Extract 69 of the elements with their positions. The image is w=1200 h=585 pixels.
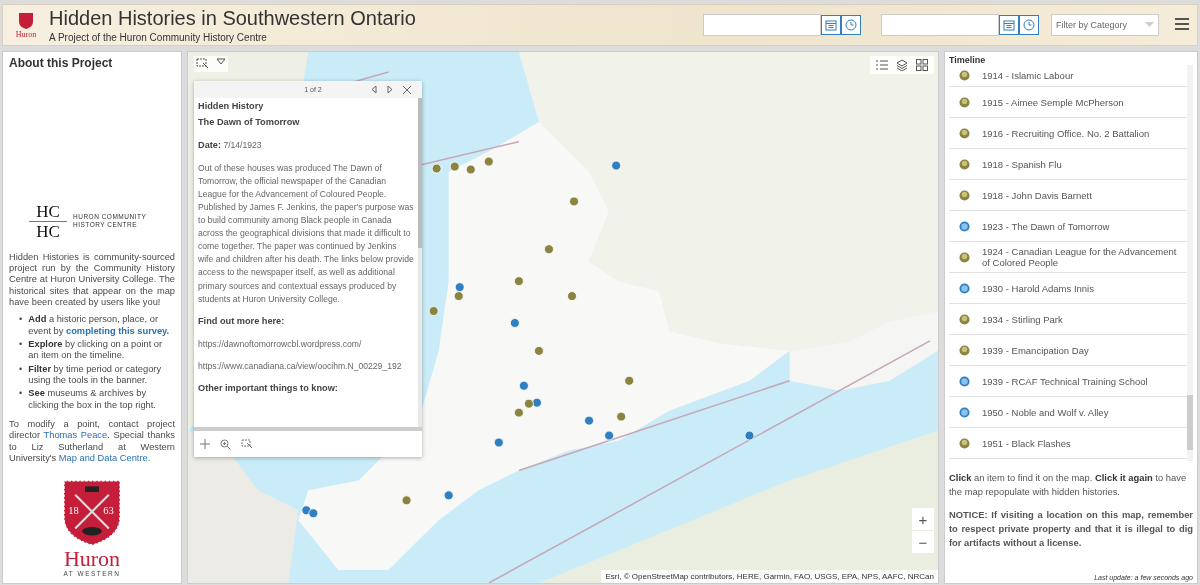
question-marker-icon — [959, 220, 970, 232]
popup-description: Out of these houses was produced The Dawn of Tomorrow, the official newspaper of the Canadian League for the Advancement of Coloured People. Published by James F. Jenkins, the paper's purpose was to build community among Black people in Canada across the geographical divisions that made it difficult to come together. The paper was continued by Jenkins wife and children after his death. The links below provide access to the newspaper itself, as well as additional primary sources and contextual essays produced by students at Huron University College. — [198, 161, 414, 306]
popup-title: The Dawn of Tomorrow — [198, 116, 301, 129]
calendar-icon — [1003, 19, 1015, 31]
survey-link[interactable]: completing this survey. — [66, 325, 170, 336]
question-marker-icon — [959, 282, 970, 294]
panel-title: About this Project — [9, 56, 114, 71]
portrait-marker-icon — [959, 96, 970, 108]
url-link[interactable]: https://dawnoftomorrowcbl.wordpress.com/ — [198, 337, 414, 351]
popup-heading: Hidden History — [198, 100, 265, 113]
legend-list-icon[interactable] — [876, 59, 888, 71]
pan-icon[interactable] — [200, 439, 210, 449]
category-filter-dropdown[interactable]: Filter by Category — [1051, 14, 1159, 36]
url-link[interactable]: https://www.canadiana.ca/view/oocihm.N_00229_192 — [198, 359, 414, 373]
bullet-marker: • — [19, 388, 23, 401]
instruction-item: See museums & archives by clicking the box in the top right. — [28, 388, 157, 411]
portrait-marker-icon — [959, 313, 970, 325]
date-text: Date: 7/14/1923 — [198, 138, 263, 152]
app-title: Hidden Histories in Southwestern Ontario — [49, 7, 417, 30]
section-heading: Find out more here: — [198, 314, 286, 328]
instruction-item: Add a historic person, place, or event by completing this survey. — [28, 314, 171, 337]
select-tool-icon[interactable] — [196, 58, 210, 70]
scrollbar-thumb[interactable] — [1187, 395, 1193, 450]
panel-title: Timeline — [949, 55, 987, 65]
section-heading: Other important things to know: — [198, 381, 339, 395]
layers-icon[interactable] — [896, 59, 908, 71]
notice-text: NOTICE: If visiting a location on this map, remember to respect private property and that it is illegal to dig for artifacts without a license. — [949, 508, 1193, 550]
scrollbar-thumb[interactable] — [418, 98, 422, 248]
portrait-marker-icon — [959, 127, 970, 139]
app-subtitle: A Project of the Huron Community History Centre — [49, 32, 268, 43]
huron-wordmark: Huron — [63, 548, 121, 571]
zoom-to-icon[interactable] — [220, 438, 231, 450]
text-link[interactable]: Map and Data Centre — [58, 452, 148, 463]
zoom-in-button[interactable]: + — [912, 508, 934, 530]
clock-button[interactable] — [1019, 15, 1039, 35]
caret-icon — [1145, 22, 1154, 28]
instruction-text: Click an item to find it on the map. Click it again to have the map repopulate with hidden histories. — [949, 471, 1188, 499]
crest-drawing: 18 63 — [61, 478, 123, 549]
clock-button[interactable] — [841, 15, 861, 35]
date-field[interactable] — [703, 14, 821, 36]
menu-icon[interactable] — [1175, 17, 1189, 33]
map-attribution: Esri, © OpenStreetMap contributors, HERE, Garmin, FAO, USGS, EPA, NPS, AAFC, NRCan — [601, 570, 938, 583]
calendar-button[interactable] — [999, 15, 1019, 35]
intro-text: Hidden Histories is community-sourced project run by the Community History Centre at Huron University College. The historical sites that appear on the map have been created by users like you! — [9, 251, 175, 309]
crest-icon — [18, 11, 34, 30]
bullet-marker: • — [19, 314, 23, 327]
contact-text: To modify a point, contact project director Thomas Peace. Special thanks to Liz Sutherland at Western University's Map and Data Centre. — [9, 418, 175, 465]
instruction-item: Explore by clicking on a point or an item on the timeline. — [28, 338, 164, 362]
portrait-marker-icon — [959, 437, 970, 449]
clock-icon — [1023, 19, 1035, 31]
calendar-icon — [825, 19, 837, 31]
question-marker-icon — [959, 406, 970, 418]
portrait-marker-icon — [959, 189, 970, 201]
bullet-marker: • — [19, 363, 23, 376]
hchc-logo: HC HC — [29, 202, 67, 240]
portrait-marker-icon — [959, 158, 970, 170]
logo-text: Huron — [15, 29, 37, 39]
basemap-grid-icon[interactable] — [916, 59, 928, 71]
zoom-out-button[interactable]: − — [912, 531, 934, 553]
calendar-button[interactable] — [821, 15, 841, 35]
portrait-marker-icon — [959, 251, 970, 263]
clock-icon — [845, 19, 857, 31]
instruction-item: Filter by time period or category using the tools in the banner. — [28, 363, 163, 387]
select-tool-icon[interactable] — [241, 439, 253, 449]
portrait-marker-icon — [959, 344, 970, 356]
question-marker-icon — [959, 375, 970, 387]
bullet-marker: • — [19, 338, 23, 351]
portrait-marker-icon — [959, 70, 970, 81]
date-field[interactable] — [881, 14, 999, 36]
